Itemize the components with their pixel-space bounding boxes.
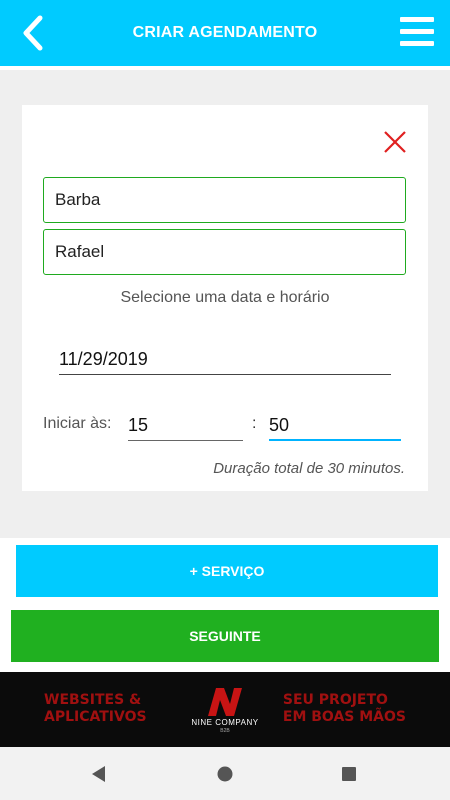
banner-left-text: WEBSITES & APLICATIVOS: [44, 692, 147, 726]
ad-banner[interactable]: WEBSITES & APLICATIVOS NINE COMPANY B2B …: [0, 672, 450, 747]
client-name-field[interactable]: Rafael: [43, 229, 406, 275]
duration-text: Duração total de 30 minutos.: [213, 460, 405, 477]
date-time-hint: Selecione uma data e horário: [120, 289, 330, 306]
banner-right-text: SEU PROJETO EM BOAS MÃOS: [283, 692, 406, 726]
hour-input[interactable]: 15: [128, 409, 243, 441]
app-bar: CRIAR AGENDAMENTO: [0, 0, 450, 66]
banner-left-line2: APLICATIVOS: [44, 709, 147, 725]
close-x-icon[interactable]: [382, 129, 408, 155]
nav-home-circle-icon[interactable]: [215, 764, 235, 784]
nav-recents-square-icon[interactable]: [339, 764, 359, 784]
date-input[interactable]: 11/29/2019: [59, 345, 391, 375]
system-nav-bar: [0, 747, 450, 800]
add-service-button[interactable]: + SERVIÇO: [16, 545, 438, 597]
banner-left-line1: WEBSITES &: [44, 692, 142, 708]
minute-input[interactable]: 50: [269, 409, 401, 441]
banner-right-line1: SEU PROJETO: [282, 692, 388, 708]
logo-text: NINE COMPANY: [191, 718, 259, 727]
start-time-label: Iniciar às:: [43, 415, 112, 432]
banner-right-line2: EM BOAS MÃOS: [282, 709, 406, 725]
back-chevron-icon[interactable]: [14, 12, 54, 54]
nav-back-triangle-icon[interactable]: [89, 764, 109, 784]
logo-subtext: B2B: [220, 728, 230, 734]
appointment-card: Barba Rafael Selecione uma data e horári…: [22, 105, 428, 491]
hamburger-menu-icon[interactable]: [400, 17, 434, 47]
time-separator: :: [252, 415, 257, 432]
logo-n-icon: [208, 688, 242, 716]
nine-company-logo: NINE COMPANY B2B: [186, 684, 264, 739]
next-button[interactable]: SEGUINTE: [11, 610, 439, 662]
page-title: CRIAR AGENDAMENTO: [132, 24, 318, 41]
service-field[interactable]: Barba: [43, 177, 406, 223]
